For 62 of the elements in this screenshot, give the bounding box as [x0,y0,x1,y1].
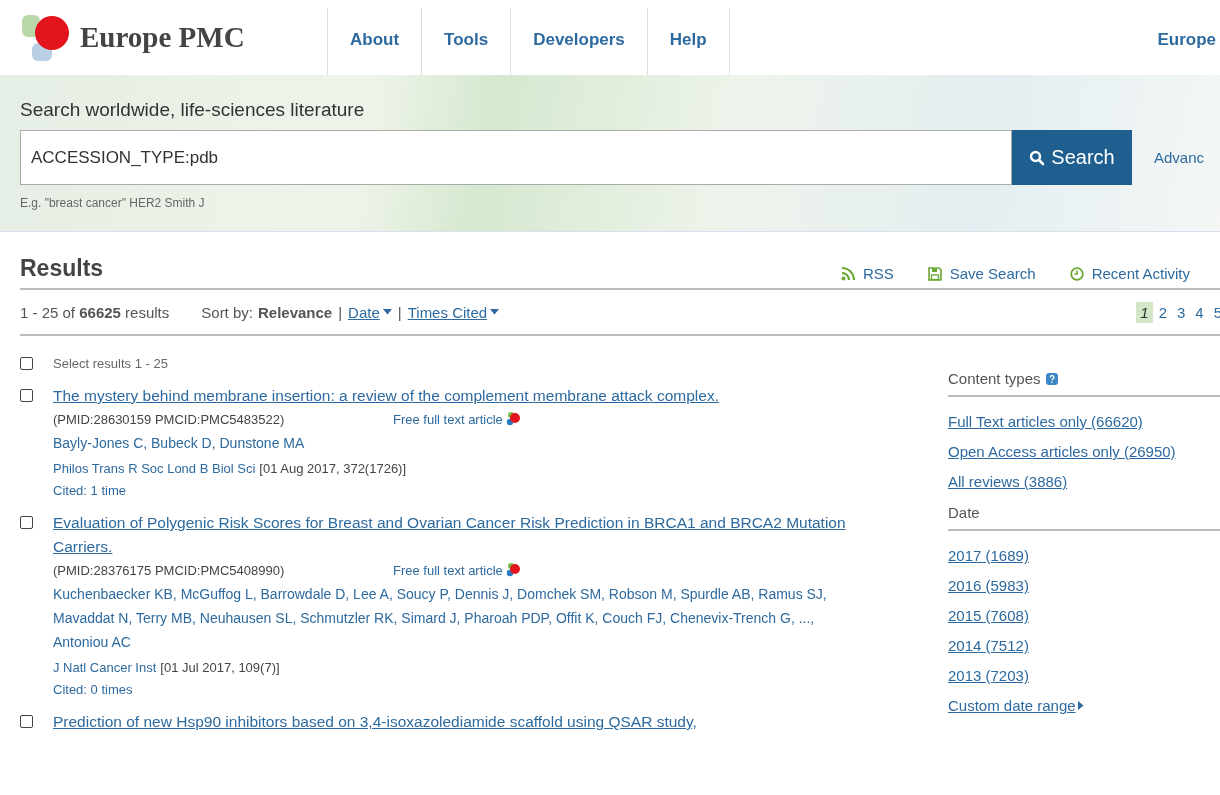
search-hint: E.g. "breast cancer" HER2 Smith J [20,196,206,210]
help-icon[interactable] [1045,372,1058,385]
article-ids: (PMID:28630159 PMCID:PMC5483522) [53,411,286,427]
free-full-text-link[interactable]: Free full text article [393,411,503,427]
checkbox[interactable] [20,389,33,402]
rss-icon [840,266,855,281]
action-link[interactable]: RSS [840,265,894,282]
article-authors: Bayly-Jones C, Bubeck D, Dunstone MA [53,434,306,453]
checkbox[interactable] [20,715,33,728]
filter-link[interactable]: 2013 (7203) [948,667,1220,684]
citation-details: [01 Jul 2017, 109(7)] [160,660,280,675]
results-count: 1 - 25 of 66625 results [20,303,170,321]
filter-heading: Content types [948,370,1041,387]
caret-icon [382,309,392,315]
caret-icon [1077,701,1084,710]
page-link[interactable]: 1 [1136,301,1153,323]
sort-option[interactable]: Relevance [257,303,333,321]
results-heading: Results [20,255,104,282]
page-link[interactable]: 3 [1172,301,1190,323]
filter-link[interactable]: 2016 (5983) [948,577,1220,594]
filter-link[interactable]: All reviews (3886) [948,473,1220,490]
cited-count-link[interactable]: Cited: 1 time [53,483,883,498]
sort-option[interactable]: Date [348,303,392,321]
page-link[interactable]: 2 [1154,301,1171,323]
journal-link[interactable]: Philos Trans R Soc Lond B Biol Sci [53,461,256,476]
page-link[interactable]: 4 [1191,301,1208,323]
checkbox[interactable] [20,516,33,529]
open-access-icon [504,411,521,427]
nav-link[interactable]: Europe [1157,0,1216,75]
custom-date-range-link[interactable]: Custom date range [948,697,1220,714]
article-authors: Kuchenbaecker KB, McGuffog L, Barrowdale D, Lee A, Soucy P, Dennis J, Domchek SM, Robson M, Spurdle AB, Ramus SJ, Mavaddat N, Terry MB, Neuhausen SL, Schmutzler RK, Simard J, Pharoah PDP, Offit K, Couch FJ, Chenevix-Trench G, ..., Antoniou AC [53,585,828,652]
cited-count-link[interactable]: Cited: 0 times [53,682,883,697]
filter-link[interactable]: 2015 (7608) [948,607,1220,624]
advanced-search-link[interactable]: Advanc [1154,149,1205,166]
search-button[interactable]: Search [1012,130,1132,185]
separator: | [338,303,343,321]
search-field[interactable]: ACCESSION_TYPE:pdb [20,130,1012,185]
open-access-icon [504,562,521,578]
article-title-link[interactable]: Evaluation of Polygenic Risk Scores for Breast and Ovarian Cancer Risk Prediction in BRCA1 and BRCA2 Mutation Carriers. [53,511,883,559]
filter-link[interactable]: 2017 (1689) [948,547,1220,564]
filter-link[interactable]: Full Text articles only (66620) [948,413,1220,430]
article-title-link[interactable]: The mystery behind membrane insertion: a review of the complement membrane attack complex. [53,384,883,408]
separator: | [397,303,402,321]
action-link[interactable]: Save Search [927,265,1036,282]
sort-option[interactable]: Times Cited [407,303,500,321]
free-full-text-link[interactable]: Free full text article [393,562,503,578]
citation-details: [01 Aug 2017, 372(1726)] [259,461,407,476]
clock-icon [1069,266,1084,281]
select-all-label: Select results 1 - 25 [53,356,168,371]
search-heading: Search worldwide, life-sciences literature [20,99,366,121]
sort-label: Sort by: [201,303,253,321]
search-icon [1029,149,1046,166]
logo-text[interactable]: Europe PMC [80,21,245,54]
checkbox[interactable] [20,357,33,370]
article-ids: (PMID:28376175 PMCID:PMC5408990) [53,562,286,578]
journal-link[interactable]: J Natl Cancer Inst [53,660,157,675]
filter-link[interactable]: Open Access articles only (26950) [948,443,1220,460]
filter-link[interactable]: 2014 (7512) [948,637,1220,654]
filter-heading: Date [948,504,980,521]
action-link[interactable]: Recent Activity [1069,265,1190,282]
article-title-link[interactable]: Prediction of new Hsp90 inhibitors based on 3,4-isoxazolediamide scaffold using QSAR study, [53,710,883,734]
caret-icon [490,309,500,315]
